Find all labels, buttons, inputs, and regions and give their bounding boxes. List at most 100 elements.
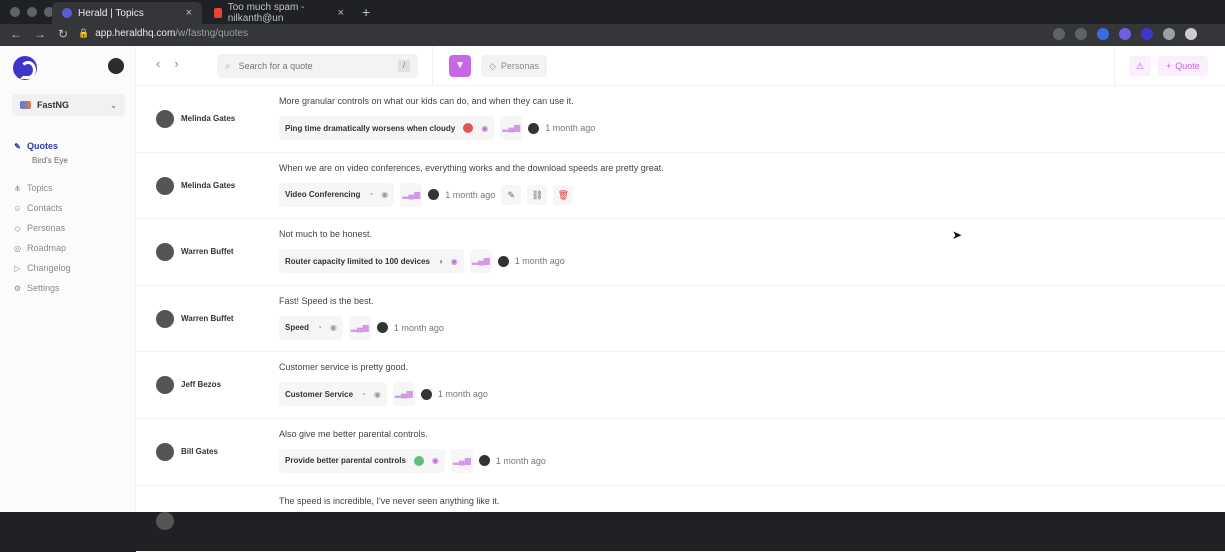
search-box[interactable]: ⌕ / (217, 54, 418, 78)
browser-tab-gmail[interactable]: Too much spam - nilkanth@un × (204, 2, 354, 24)
sidebar-item-roadmap[interactable]: ◎ Roadmap (13, 238, 71, 258)
extension-icons (1053, 28, 1197, 40)
quote-meta: Provide better parental controls ◉ ▂▄▆ 1… (279, 448, 546, 473)
star-icon[interactable] (1075, 28, 1087, 40)
status-complete-icon (413, 455, 424, 466)
quote-row[interactable]: The speed is incredible, I've never seen… (136, 486, 1225, 552)
url-field[interactable]: 🔒 app.heraldhq.com/w/fastng/quotes (78, 28, 248, 39)
pie-icon: ◔ (361, 389, 366, 399)
avatar (156, 511, 174, 530)
person-name[interactable]: Warren Buffet (181, 247, 234, 256)
eye-icon: ◉ (373, 389, 381, 399)
topic-chip[interactable]: Video Conferencing ◔ ◉ (279, 182, 395, 207)
avatar (478, 455, 490, 467)
quote-text: Fast! Speed is the best. (279, 295, 374, 306)
tab-title: Too much spam - nilkanth@un (227, 2, 305, 24)
herald-favicon-icon (62, 8, 72, 18)
topic-chip[interactable]: Provide better parental controls ◉ (279, 448, 445, 473)
topic-chip[interactable]: Customer Service ◔ ◉ (279, 382, 387, 407)
sidebar-item-contacts[interactable]: ☺ Contacts (13, 198, 71, 218)
topic-chip[interactable]: Router capacity limited to 100 devices ◑… (279, 249, 464, 274)
lock-icon: 🔒 (78, 28, 90, 38)
extension-icon[interactable] (1141, 28, 1153, 40)
sidebar-item-label: Changelog (27, 263, 71, 273)
person-name[interactable]: Melinda Gates (181, 114, 235, 123)
avatar (376, 322, 388, 334)
quote-row[interactable]: Bill Gates Also give me better parental … (136, 419, 1225, 486)
add-quote-button[interactable]: + Quote (1158, 56, 1208, 76)
browser-tab-herald[interactable]: Herald | Topics × (52, 2, 202, 24)
person-name[interactable]: Jeff Bezos (181, 380, 221, 389)
extension-icon[interactable] (1053, 28, 1065, 40)
avatar (156, 176, 174, 195)
topic-chip[interactable]: Ping time dramatically worsens when clou… (279, 116, 495, 140)
topics-icon: ⋔ (14, 183, 21, 193)
sidebar-item-settings[interactable]: ⚙ Settings (13, 278, 71, 298)
herald-logo-icon[interactable] (13, 56, 37, 80)
timestamp: 1 month ago (437, 389, 488, 400)
close-tab-icon[interactable]: × (186, 7, 192, 19)
priority-high-icon (463, 123, 474, 133)
alert-button[interactable]: ⚠ (1129, 56, 1151, 76)
quote-row[interactable]: Melinda Gates More granular controls on … (136, 86, 1225, 153)
signal-bars-icon: ▂▄▆ (500, 116, 523, 140)
quote-row[interactable]: Jeff Bezos Customer service is pretty go… (136, 352, 1225, 419)
reload-icon[interactable]: ↻ (58, 27, 68, 41)
back-arrow-icon[interactable]: ← (10, 27, 22, 41)
edit-icon[interactable]: ✎ (501, 184, 522, 205)
forward-arrow-icon[interactable]: → (34, 27, 46, 41)
sidebar-item-personas[interactable]: ◇ Personas (13, 218, 71, 238)
avatar (156, 442, 174, 461)
toolbar-divider (432, 46, 433, 86)
avatar (156, 243, 174, 262)
eye-icon: ◉ (450, 256, 458, 266)
tab-title: Herald | Topics (78, 7, 144, 19)
avatar (156, 110, 174, 128)
contacts-icon: ☺ (13, 203, 22, 213)
topic-chip[interactable]: Speed ◔ ◉ (279, 315, 343, 340)
person-name[interactable]: Melinda Gates (181, 181, 235, 190)
person-name[interactable]: Bill Gates (181, 447, 218, 456)
new-tab-icon[interactable]: + (362, 4, 370, 20)
chevron-right-icon[interactable]: › (174, 56, 178, 71)
profile-avatar[interactable] (1185, 28, 1197, 40)
quote-row[interactable]: Warren Buffet Not much to be honest. Rou… (136, 219, 1225, 286)
quote-row[interactable]: Melinda Gates When we are on video confe… (136, 153, 1225, 220)
chevron-left-icon[interactable]: ‹ (156, 56, 160, 71)
window-controls[interactable] (10, 7, 54, 17)
extension-icon[interactable] (1119, 28, 1131, 40)
avatar (528, 122, 540, 134)
sidebar-item-birds-eye[interactable]: Bird's Eye (13, 156, 71, 170)
browser-nav: ← → ↻ (10, 27, 68, 41)
quote-text: Also give me better parental controls. (279, 428, 428, 439)
link-icon[interactable]: ⛓ (527, 184, 548, 205)
quote-text: More granular controls on what our kids … (279, 96, 574, 106)
delete-icon[interactable]: 🗑 (553, 184, 574, 205)
quote-meta: Router capacity limited to 100 devices ◑… (279, 249, 565, 274)
close-tab-icon[interactable]: × (338, 7, 344, 19)
quote-row[interactable]: Warren Buffet Fast! Speed is the best. S… (136, 286, 1225, 353)
extension-icon[interactable] (1097, 28, 1109, 40)
sidebar-item-label: Personas (27, 223, 66, 233)
personas-icon: ◇ (14, 223, 21, 233)
pie-icon: ◑ (437, 256, 443, 266)
quote-meta: Customer Service ◔ ◉ ▂▄▆ 1 month ago (279, 382, 488, 407)
avatar (420, 388, 432, 400)
sidebar-item-quotes[interactable]: ✎ Quotes (13, 136, 71, 156)
signal-bars-icon: ▂▄▆ (450, 448, 473, 473)
search-input[interactable] (238, 61, 379, 71)
filter-button[interactable]: ▼ (449, 55, 471, 77)
avatar[interactable] (108, 58, 124, 74)
signal-bars-icon: ▂▄▆ (469, 249, 492, 274)
personas-filter-button[interactable]: ◇ Personas (481, 55, 547, 77)
person-name[interactable]: Warren Buffet (181, 314, 234, 323)
workspace-icon (20, 101, 31, 109)
sidebar-item-changelog[interactable]: ▷ Changelog (13, 258, 71, 278)
herald-app: FastNG ⌄ ✎ Quotes Bird's Eye ⋔ Topics ☺ Con… (0, 46, 1225, 552)
workspace-switcher[interactable]: FastNG ⌄ (12, 94, 125, 116)
toolbar-divider (1114, 46, 1115, 86)
puzzle-icon[interactable] (1163, 28, 1175, 40)
sidebar-item-topics[interactable]: ⋔ Topics (13, 178, 71, 198)
quote-meta: Speed ◔ ◉ ▂▄▆ 1 month ago (279, 315, 444, 340)
avatar (156, 309, 174, 328)
